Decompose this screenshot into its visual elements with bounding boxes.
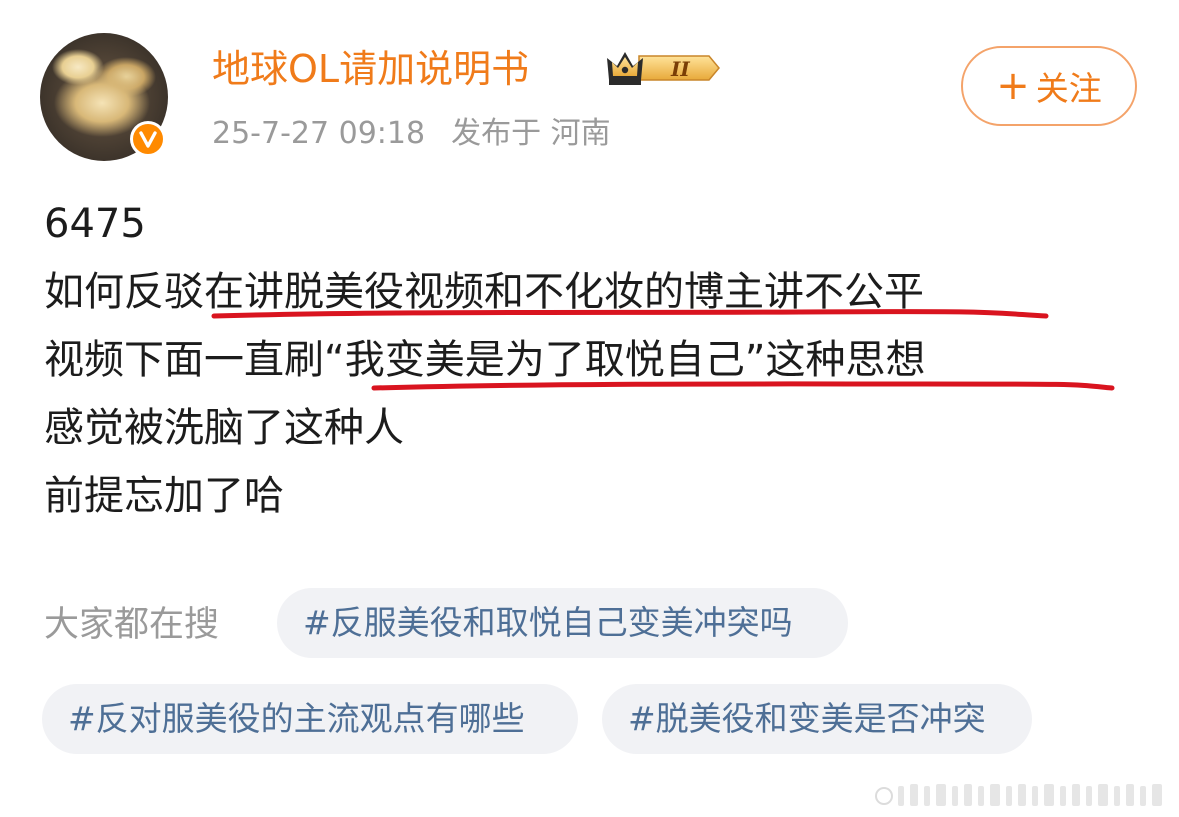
post-content: 6475 如何反驳在讲脱美役视频和不化妆的博主讲不公平 视频下面一直刷“我变美是… xyxy=(44,196,925,524)
follow-button[interactable]: + 关注 xyxy=(961,46,1137,126)
search-tag[interactable]: #反对服美役的主流观点有哪些 xyxy=(42,684,578,754)
weibo-watermark-icon xyxy=(875,784,1162,806)
weibo-post: 地球OL请加说明书 II 25-7-27 09:18 发布于 河南 + 关注 6… xyxy=(0,0,1179,817)
post-location: 发布于 河南 xyxy=(451,116,611,151)
search-label: 大家都在搜 xyxy=(44,605,220,645)
search-tag[interactable]: #反服美役和取悦自己变美冲突吗 xyxy=(277,588,848,658)
username[interactable]: 地球OL请加说明书 xyxy=(212,44,529,94)
post-line: 如何反驳在讲脱美役视频和不化妆的博主讲不公平 xyxy=(44,269,924,315)
search-tag[interactable]: #脱美役和变美是否冲突 xyxy=(602,684,1032,754)
post-timestamp: 25-7-27 09:18 xyxy=(212,116,426,151)
post-meta: 25-7-27 09:18 发布于 河南 xyxy=(212,114,611,154)
avatar-container[interactable] xyxy=(40,33,168,161)
post-line: 6475 xyxy=(44,201,146,247)
post-line: 感觉被洗脑了这种人 xyxy=(44,405,404,451)
follow-button-label: 关注 xyxy=(1035,69,1102,108)
vip-level-label: II xyxy=(670,57,690,81)
post-line: 前提忘加了哈 xyxy=(44,473,284,519)
verified-badge-icon xyxy=(130,121,166,157)
crown-vip-icon[interactable]: II xyxy=(605,46,721,90)
plus-icon: + xyxy=(996,63,1030,109)
post-line: 视频下面一直刷“我变美是为了取悦自己”这种思想 xyxy=(44,337,926,383)
